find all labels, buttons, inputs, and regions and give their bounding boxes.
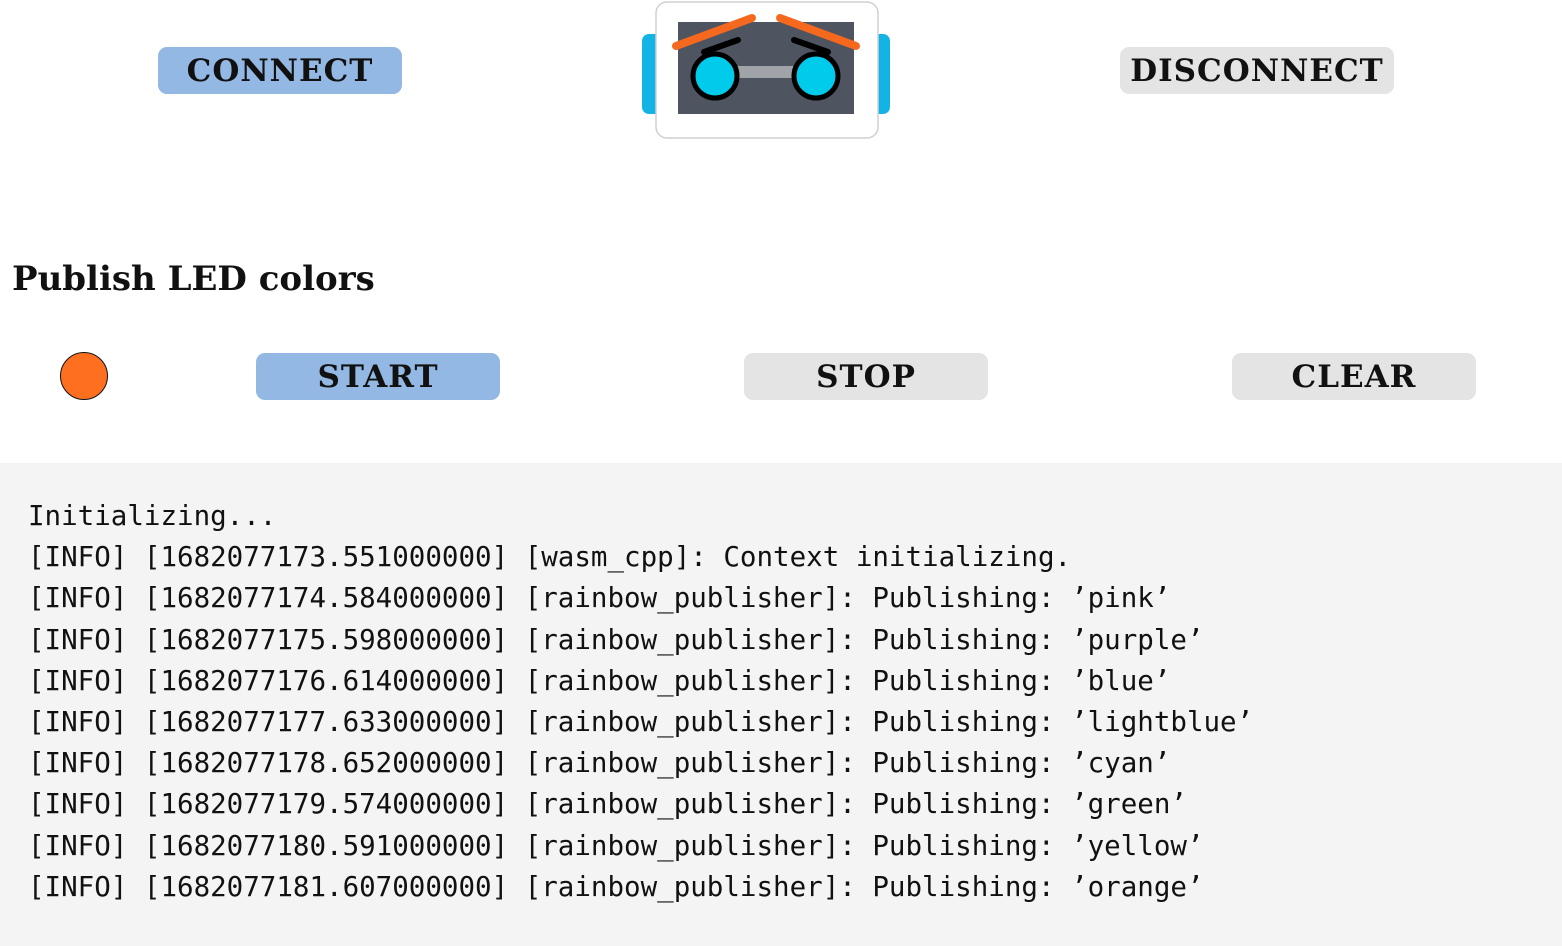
console-line: [INFO] [1682077174.584000000] [rainbow_p…	[28, 582, 1171, 615]
led-color-indicator	[60, 352, 108, 400]
app-page: CONNECT DISCONNECT Publish LED colors ST…	[0, 0, 1562, 946]
robot-face-logo-icon	[640, 0, 892, 146]
console-line: [INFO] [1682077179.574000000] [rainbow_p…	[28, 788, 1187, 821]
console-line: [INFO] [1682077180.591000000] [rainbow_p…	[28, 829, 1204, 862]
console-line: [INFO] [1682077176.614000000] [rainbow_p…	[28, 664, 1171, 697]
clear-button[interactable]: CLEAR	[1232, 353, 1476, 400]
connect-button[interactable]: CONNECT	[158, 47, 402, 94]
console-line: Initializing...	[28, 500, 277, 532]
section-title: Publish LED colors	[12, 259, 375, 299]
console-line: [INFO] [1682077181.607000000] [rainbow_p…	[28, 870, 1204, 903]
stop-button[interactable]: STOP	[744, 353, 988, 400]
console-output: Initializing... [INFO] [1682077173.55100…	[0, 463, 1562, 946]
console-line: [INFO] [1682077173.551000000] [wasm_cpp]…	[28, 541, 1072, 574]
disconnect-button[interactable]: DISCONNECT	[1120, 47, 1394, 94]
console-line: [INFO] [1682077175.598000000] [rainbow_p…	[28, 623, 1204, 656]
start-button[interactable]: START	[256, 353, 500, 400]
console-line: [INFO] [1682077178.652000000] [rainbow_p…	[28, 747, 1171, 780]
console-line: [INFO] [1682077177.633000000] [rainbow_p…	[28, 705, 1254, 738]
